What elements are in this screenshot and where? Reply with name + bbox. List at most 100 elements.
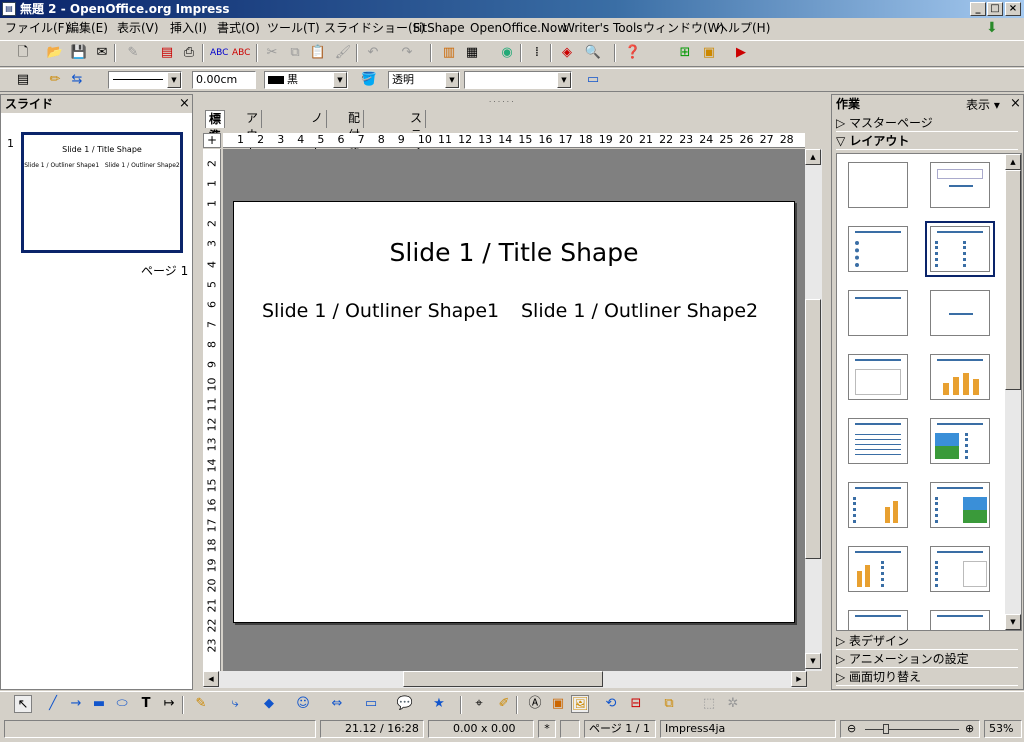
- layout-more-2[interactable]: [930, 610, 990, 630]
- layout-title-chart[interactable]: [930, 354, 990, 400]
- section-slide-transition[interactable]: ▷ 画面切り替え: [836, 669, 1018, 686]
- scroll-right-button[interactable]: ▶: [791, 671, 807, 687]
- close-pane-icon[interactable]: ×: [1010, 96, 1021, 111]
- effects-icon[interactable]: ✲: [724, 695, 742, 713]
- scroll-left-button[interactable]: ◀: [203, 671, 219, 687]
- scroll-up-button[interactable]: ▲: [805, 149, 821, 165]
- layout-title-content[interactable]: [848, 226, 908, 272]
- gallery-icon[interactable]: 🖼: [571, 695, 589, 713]
- curve-icon[interactable]: ✎: [192, 695, 210, 713]
- impress-icon[interactable]: ▤: [2, 2, 16, 16]
- menu-view[interactable]: 表示(V): [112, 18, 164, 39]
- close-pane-icon[interactable]: ×: [179, 96, 190, 111]
- area-style-select[interactable]: 透明 ▼: [388, 71, 460, 89]
- rotate-icon[interactable]: ⟲: [602, 695, 620, 713]
- layouts-scroll-thumb[interactable]: [1005, 170, 1021, 390]
- slideshow-icon[interactable]: ▶: [732, 44, 750, 62]
- format-paintbrush-icon[interactable]: 🖌: [334, 44, 352, 62]
- section-master-pages[interactable]: ▷ マスターページ: [836, 115, 1018, 132]
- layout-title-text-object[interactable]: [930, 546, 990, 592]
- line-width-field[interactable]: 0.00cm: [192, 71, 256, 89]
- stars-icon[interactable]: ★: [430, 695, 448, 713]
- horizontal-scroll-thumb[interactable]: [403, 671, 603, 687]
- save-icon[interactable]: 💾: [70, 44, 88, 62]
- layouts-scrollbar[interactable]: ▲ ▼: [1005, 154, 1021, 630]
- scroll-down-button[interactable]: ▼: [1005, 614, 1021, 630]
- copy-icon[interactable]: ⧉: [286, 44, 304, 62]
- table-icon[interactable]: ▦: [463, 44, 481, 62]
- scroll-up-button[interactable]: ▲: [1005, 154, 1021, 170]
- points-icon[interactable]: ⌖: [470, 695, 488, 713]
- zoom-slider-thumb[interactable]: [883, 724, 889, 734]
- zoom-out-icon[interactable]: ⊖: [847, 721, 856, 737]
- area-fill-icon[interactable]: 🪣: [360, 71, 378, 89]
- slide-thumbnail[interactable]: Slide 1 / Title Shape Slide 1 / Outliner…: [21, 132, 183, 253]
- status-digital-signature[interactable]: [560, 720, 580, 738]
- zoom-in-icon[interactable]: ⊕: [965, 721, 974, 737]
- line-icon[interactable]: ✏: [46, 71, 64, 89]
- section-custom-animation[interactable]: ▷ アニメーションの設定: [836, 651, 1018, 668]
- text-tool-icon[interactable]: T: [137, 695, 155, 713]
- navigator-icon[interactable]: ◈: [558, 44, 576, 62]
- section-layouts[interactable]: ▽ レイアウト: [836, 133, 1018, 150]
- extrusion-icon[interactable]: ⬚: [700, 695, 718, 713]
- menu-fitshape[interactable]: FitShape: [408, 18, 470, 39]
- menu-format[interactable]: 書式(O): [212, 18, 265, 39]
- slide-title[interactable]: Slide 1 / Title Shape: [234, 238, 794, 267]
- menu-openoffice-now[interactable]: OpenOffice.Now: [465, 18, 572, 39]
- area-fill-select[interactable]: ▼: [464, 71, 572, 89]
- horizontal-scrollbar[interactable]: ◀ ▶: [203, 671, 807, 688]
- ellipse-icon[interactable]: ⬭: [113, 695, 131, 713]
- rectangle-icon[interactable]: ▬: [90, 695, 108, 713]
- outline-shape-1[interactable]: Slide 1 / Outliner Shape1: [262, 300, 499, 322]
- fit-text-icon[interactable]: ↦: [160, 695, 178, 713]
- print-icon[interactable]: ⎙: [180, 44, 198, 62]
- arrange-icon[interactable]: ⧉: [660, 695, 678, 713]
- from-file-icon[interactable]: ▣: [549, 695, 567, 713]
- slide-canvas[interactable]: Slide 1 / Title Shape Slide 1 / Outliner…: [223, 149, 807, 671]
- alignment-icon[interactable]: ⊟: [627, 695, 645, 713]
- maximize-button[interactable]: □: [987, 2, 1003, 16]
- line-color-select[interactable]: 黒 ▼: [264, 71, 348, 89]
- line-style-select[interactable]: ▼: [108, 71, 182, 89]
- layout-title-text-image[interactable]: [930, 482, 990, 528]
- outline-shape-2[interactable]: Slide 1 / Outliner Shape2: [521, 300, 758, 322]
- vertical-scrollbar[interactable]: ▲ ▼: [805, 149, 822, 671]
- undo-icon[interactable]: ↶: [364, 44, 382, 62]
- spellcheck-icon[interactable]: ABC: [210, 44, 228, 62]
- new-document-icon[interactable]: 🗋: [14, 44, 32, 62]
- download-update-icon[interactable]: ⬇: [986, 20, 1004, 36]
- line-arrow-icon[interactable]: →: [67, 695, 85, 713]
- status-zoom[interactable]: 53%: [984, 720, 1022, 738]
- select-arrow-icon[interactable]: ↖: [14, 695, 32, 713]
- menu-help[interactable]: ヘルプ(H): [711, 18, 775, 39]
- layout-title-object[interactable]: [848, 354, 908, 400]
- tab-slide-sorter[interactable]: スライド一覧: [407, 110, 427, 210]
- cut-icon[interactable]: ✂: [263, 44, 281, 62]
- layout-title-table[interactable]: [848, 418, 908, 464]
- chart-icon[interactable]: ▥: [440, 44, 458, 62]
- vertical-scroll-thumb[interactable]: [805, 299, 821, 559]
- callouts-icon[interactable]: 💬: [396, 695, 414, 713]
- basic-shapes-icon[interactable]: ◆: [260, 695, 278, 713]
- close-button[interactable]: ×: [1005, 2, 1021, 16]
- line-tool-icon[interactable]: ╱: [44, 695, 62, 713]
- block-arrows-icon[interactable]: ⇔: [328, 695, 346, 713]
- add-slide-icon[interactable]: ⊞: [676, 44, 694, 62]
- tab-notes[interactable]: ノート: [308, 110, 328, 159]
- scroll-down-button[interactable]: ▼: [805, 653, 821, 669]
- symbol-shapes-icon[interactable]: ☺: [294, 695, 312, 713]
- section-table-design[interactable]: ▷ 表デザイン: [836, 633, 1018, 650]
- slide[interactable]: Slide 1 / Title Shape Slide 1 / Outliner…: [233, 201, 795, 623]
- slide-design-icon[interactable]: ▣: [700, 44, 718, 62]
- layout-more-1[interactable]: [848, 610, 908, 630]
- redo-icon[interactable]: ↷: [398, 44, 416, 62]
- menu-edit[interactable]: 編集(E): [62, 18, 113, 39]
- paste-icon[interactable]: 📋: [309, 44, 327, 62]
- tab-handouts[interactable]: 配付資料: [345, 110, 365, 176]
- splitter-grip[interactable]: · · · · · ·: [489, 98, 513, 106]
- menu-insert[interactable]: 挿入(I): [165, 18, 212, 39]
- edit-file-icon[interactable]: ✎: [124, 44, 142, 62]
- grid-icon[interactable]: ⁞: [528, 44, 546, 62]
- zoom-slider[interactable]: ⊖ ⊕: [840, 720, 980, 738]
